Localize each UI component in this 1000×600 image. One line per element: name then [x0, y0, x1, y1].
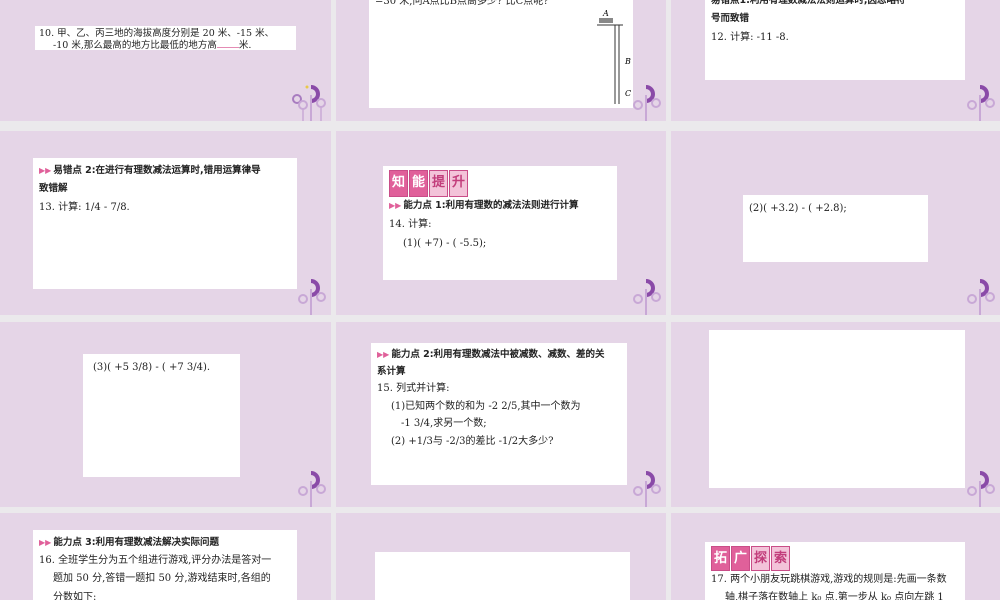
unit: 米. — [238, 40, 252, 52]
flower-ornament-icon — [967, 279, 995, 315]
flower-ornament-icon — [292, 85, 326, 121]
flower-ornament-icon — [633, 279, 661, 315]
question-15-1a: (1)已知两个数的和为 -2 2/5,其中一个数为 — [391, 400, 581, 412]
slide-3[interactable]: 易错点1:利用有理数减法法则运算时,因忽略符 号而致错 12. 计算: -11 … — [671, 0, 1000, 121]
question-14-1: (1)( +7) - ( -5.5); — [403, 237, 487, 249]
arrow-icon: ▶▶ — [39, 538, 52, 547]
label-a: A — [602, 9, 609, 18]
slide-12[interactable]: 拓广探索 17. 两个小朋友玩跳棋游戏,游戏的规则是:先画一条数 轴,棋子落在数… — [671, 513, 1000, 600]
flower-ornament-icon — [967, 85, 995, 121]
ability-point-2-heading: 能力点 2:利用有理数减法中被减数、减数、差的关 — [391, 349, 605, 360]
slide-4[interactable]: ▶▶ 易错点 2:在进行有理数减法运算时,错用运算律导 致错解 13. 计算: 1… — [0, 131, 331, 315]
slide-2[interactable]: =30 米,问A点比B点高多少? 比C点呢? A B C — [336, 0, 666, 121]
question-16-line2: 题加 50 分,答错一题扣 50 分,游戏结束时,各组的 — [53, 573, 271, 585]
question-16-line1: 16. 全班学生分为五个组进行游戏,评分办法是答对一 — [39, 554, 272, 566]
slide-9[interactable] — [671, 322, 1000, 507]
question-10-line2: -10 米,那么最高的地方比最低的地方高 — [53, 40, 217, 52]
question-17-line2: 轴,棋子落在数轴上 k₀ 点,第一步从 k₀ 点向左跳 1 — [725, 592, 944, 600]
question-17-line1: 17. 两个小朋友玩跳棋游戏,游戏的规则是:先画一条数 — [711, 574, 947, 586]
error-point-1-line2: 号而致错 — [711, 13, 750, 25]
slide-11[interactable] — [336, 513, 666, 600]
question-13: 13. 计算: 1/4 - 7/8. — [39, 202, 130, 214]
blank-content-box — [709, 330, 965, 488]
arrow-icon: ▶▶ — [377, 350, 390, 359]
slide-10[interactable]: ▶▶ 能力点 3:利用有理数减法解决实际问题 16. 全班学生分为五个组进行游戏,… — [0, 513, 331, 600]
slide-8[interactable]: ▶▶ 能力点 2:利用有理数减法中被减数、减数、差的关 系计算 15. 列式并计算… — [336, 322, 666, 507]
slide-1[interactable]: 10. 甲、乙、丙三地的海拔高度分别是 20 米、-15 米、 -10 米,那么… — [0, 0, 331, 121]
blank-content-box — [375, 552, 630, 600]
flower-ornament-icon — [298, 471, 326, 507]
answer-blank — [216, 47, 239, 49]
question-15: 15. 列式并计算: — [377, 383, 450, 395]
flower-ornament-icon — [967, 471, 995, 507]
slide-7[interactable]: (3)( +5 3/8) - ( +7 3/4). — [0, 322, 331, 507]
question-16-line3: 分数如下: — [53, 591, 97, 600]
section-tag-knowledge-ability: 知能提升 — [389, 170, 611, 197]
error-point-2-heading2: 致错解 — [39, 183, 68, 195]
error-point-2-heading: 易错点 2:在进行有理数减法运算时,错用运算律导 — [53, 165, 261, 176]
question-14-3: (3)( +5 3/8) - ( +7 3/4). — [93, 362, 211, 373]
section-tag-extend-explore: 拓广探索 — [711, 546, 959, 572]
question-12: 12. 计算: -11 -8. — [711, 32, 789, 44]
label-b: B — [624, 57, 631, 66]
ability-point-3-heading: 能力点 3:利用有理数减法解决实际问题 — [53, 537, 220, 548]
ability-point-1-heading: 能力点 1:利用有理数的减法法则进行计算 — [403, 199, 579, 211]
question-10-line1: 10. 甲、乙、丙三地的海拔高度分别是 20 米、-15 米、 — [39, 28, 275, 39]
flower-ornament-icon — [633, 85, 661, 121]
question-14-2: (2)( +3.2) - ( +2.8); — [749, 203, 847, 214]
slide-5[interactable]: 知能提升 ▶▶ 能力点 1:利用有理数的减法法则进行计算 14. 计算: (1)(… — [336, 131, 666, 315]
arrow-icon: ▶▶ — [389, 200, 402, 210]
flower-ornament-icon — [298, 279, 326, 315]
flower-ornament-icon — [633, 471, 661, 507]
question-15-1b: -1 3/4,求另一个数; — [401, 418, 487, 430]
question-14: 14. 计算: — [389, 218, 432, 230]
question-15-2: (2) +1/3与 -2/3的差比 -1/2大多少? — [391, 435, 554, 447]
slide-6[interactable]: (2)( +3.2) - ( +2.8); — [671, 131, 1000, 315]
error-point-1-partial: 易错点1:利用有理数减法法则运算时,因忽略符 — [711, 0, 906, 6]
question-11-partial: =30 米,问A点比B点高多少? 比C点呢? — [375, 0, 549, 7]
arrow-icon: ▶▶ — [39, 166, 52, 175]
ability-point-2-heading2: 系计算 — [377, 365, 406, 377]
